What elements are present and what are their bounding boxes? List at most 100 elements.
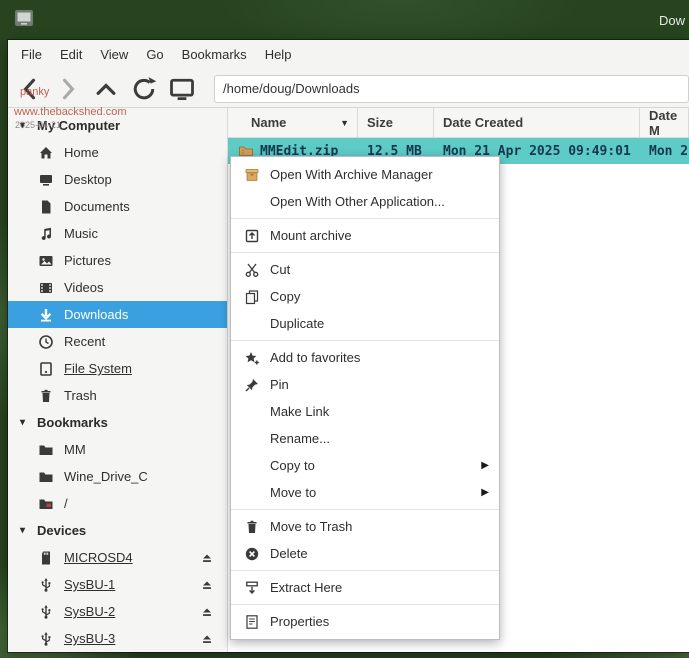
expander-icon[interactable]: ▾ (20, 525, 30, 536)
documents-icon (38, 199, 54, 215)
sidebar-item-sysbu-3[interactable]: SysBU-3 (8, 625, 227, 652)
sidebar-item-label: Recent (64, 334, 105, 349)
sidebar-item-label: Home (64, 145, 99, 160)
column-header-date-modified[interactable]: Date M (640, 108, 689, 137)
watermark-user: panky (20, 86, 49, 98)
sidebar-item-microsd4[interactable]: MICROSD4 (8, 544, 227, 571)
sidebar-item-videos[interactable]: Videos (8, 274, 227, 301)
sidebar-item-root[interactable]: / (8, 490, 227, 517)
eject-button[interactable] (200, 632, 214, 646)
watermark-site: www.thebackshed.com (14, 106, 127, 118)
menu-item-delete[interactable]: Delete (231, 540, 499, 567)
menu-item-copy[interactable]: Copy (231, 283, 499, 310)
sidebar-item-label: Documents (64, 199, 130, 214)
menu-edit[interactable]: Edit (51, 40, 91, 70)
sidebar-item-label: Trash (64, 388, 97, 403)
menu-item-open-with-other-application[interactable]: Open With Other Application... (231, 188, 499, 215)
up-button[interactable] (90, 75, 122, 103)
eject-icon (200, 632, 214, 646)
refresh-button[interactable] (128, 75, 160, 103)
sidebar-item-downloads[interactable]: Downloads (8, 301, 227, 328)
watermark-date: 2025-04-21 (15, 120, 61, 130)
sidebar-item-label: File System (64, 361, 132, 376)
monitor-icon (166, 75, 198, 103)
sidebar-item-mm[interactable]: MM (8, 436, 227, 463)
sidebar-item-sysbu-1[interactable]: SysBU-1 (8, 571, 227, 598)
sidebar-item-sysbu-2[interactable]: SysBU-2 (8, 598, 227, 625)
menu-separator (231, 509, 499, 510)
sidebar-item-home[interactable]: Home (8, 139, 227, 166)
menu-separator (231, 218, 499, 219)
menu-item-move-to-trash[interactable]: Move to Trash (231, 513, 499, 540)
sidebar-section-bookmarks[interactable]: ▾ Bookmarks (8, 409, 227, 436)
sidebar-item-file-system[interactable]: File System (8, 355, 227, 382)
sidebar-section-label: Devices (37, 523, 86, 538)
menu-item-cut[interactable]: Cut (231, 256, 499, 283)
menu-item-rename[interactable]: Rename... (231, 425, 499, 452)
sidebar-item-label: SysBU-2 (64, 604, 115, 619)
desktop: Dow File Edit View Go Bookmarks Help (0, 0, 689, 658)
refresh-icon (128, 75, 160, 103)
sidebar-item-label: Music (64, 226, 98, 241)
chevron-up-icon (90, 75, 122, 103)
cut-icon (243, 262, 261, 278)
menu-item-duplicate[interactable]: Duplicate (231, 310, 499, 337)
recent-icon (38, 334, 54, 350)
menu-item-extract-here[interactable]: Extract Here (231, 574, 499, 601)
eject-button[interactable] (200, 551, 214, 565)
sidebar-item-music[interactable]: Music (8, 220, 227, 247)
usb-icon (38, 604, 54, 620)
pin-icon (243, 377, 261, 393)
filesystem-icon (38, 361, 54, 377)
delete-icon (243, 546, 261, 562)
home-icon (38, 145, 54, 161)
sidebar-item-wine-drive-c[interactable]: Wine_Drive_C (8, 463, 227, 490)
sidebar-item-pictures[interactable]: Pictures (8, 247, 227, 274)
sidebar-item-recent[interactable]: Recent (8, 328, 227, 355)
column-header-date-created[interactable]: Date Created (434, 108, 640, 137)
menu-go[interactable]: Go (137, 40, 172, 70)
sidebar-section-devices[interactable]: ▾ Devices (8, 517, 227, 544)
menu-bookmarks[interactable]: Bookmarks (173, 40, 256, 70)
usb-icon (38, 631, 54, 647)
column-header-size[interactable]: Size (358, 108, 434, 137)
sd-card-icon (38, 550, 54, 566)
menu-item-properties[interactable]: Properties (231, 608, 499, 635)
downloads-icon (38, 307, 54, 323)
menu-help[interactable]: Help (256, 40, 301, 70)
menu-item-move-to[interactable]: Move to ▶ (231, 479, 499, 506)
app-mini-icon[interactable] (14, 8, 34, 28)
window-title-fragment: Dow (659, 13, 685, 28)
path-input[interactable] (214, 75, 689, 103)
eject-button[interactable] (200, 578, 214, 592)
menu-item-mount-archive[interactable]: Mount archive (231, 222, 499, 249)
eject-button[interactable] (200, 605, 214, 619)
sidebar: ▾ My Computer Home Desktop Documents (8, 108, 228, 652)
menu-item-open-with-archive-manager[interactable]: Open With Archive Manager (231, 161, 499, 188)
archive-manager-icon (243, 167, 261, 183)
column-header-name[interactable]: Name ▼ (228, 108, 358, 137)
menu-file[interactable]: File (12, 40, 51, 70)
menu-item-pin[interactable]: Pin (231, 371, 499, 398)
mount-icon (243, 228, 261, 244)
trash-icon (243, 519, 261, 535)
submenu-arrow-icon: ▶ (481, 487, 489, 498)
forward-button[interactable] (52, 75, 84, 103)
chevron-right-icon (52, 75, 84, 103)
toggle-view-button[interactable] (166, 75, 198, 103)
menu-item-copy-to[interactable]: Copy to ▶ (231, 452, 499, 479)
sidebar-item-label: MICROSD4 (64, 550, 133, 565)
menu-item-add-to-favorites[interactable]: Add to favorites (231, 344, 499, 371)
desktop-icon (38, 172, 54, 188)
sidebar-item-label: Pictures (64, 253, 111, 268)
menu-view[interactable]: View (91, 40, 137, 70)
folder-root-icon (38, 496, 54, 512)
sidebar-item-trash[interactable]: Trash (8, 382, 227, 409)
sidebar-item-documents[interactable]: Documents (8, 193, 227, 220)
eject-icon (200, 551, 214, 565)
file-date-modified: Mon 2 (640, 144, 689, 159)
sidebar-item-desktop[interactable]: Desktop (8, 166, 227, 193)
menu-item-make-link[interactable]: Make Link (231, 398, 499, 425)
expander-icon[interactable]: ▾ (20, 417, 30, 428)
sidebar-item-label: Videos (64, 280, 104, 295)
